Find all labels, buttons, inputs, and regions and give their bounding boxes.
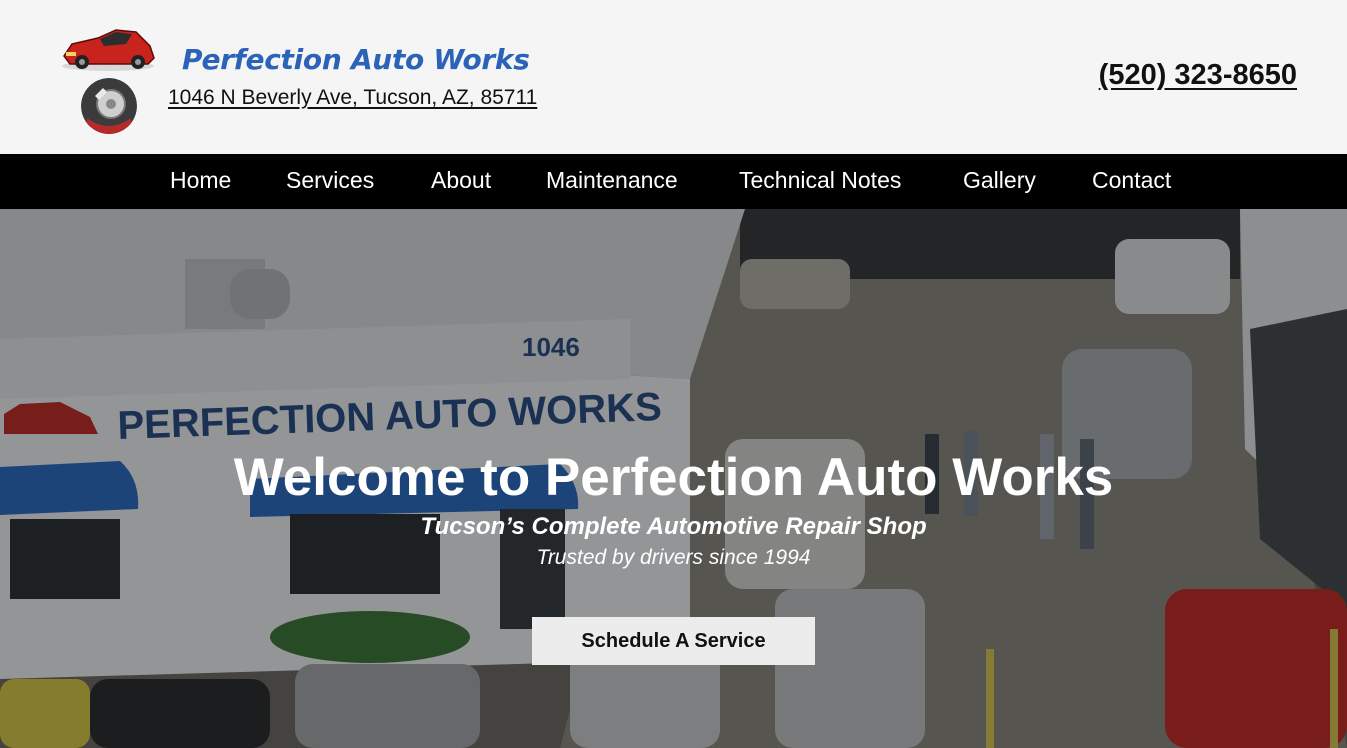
nav-contact[interactable]: Contact — [1092, 167, 1171, 194]
address-link[interactable]: 1046 N Beverly Ave, Tucson, AZ, 85711 — [168, 86, 537, 110]
hero-section: 1046 PERFECTION AUTO WORKS Welcome to Pe… — [0, 209, 1347, 748]
nav-maintenance[interactable]: Maintenance — [546, 167, 678, 194]
main-nav: Home Services About Maintenance Technica… — [0, 154, 1347, 209]
hero-subtitle: Tucson’s Complete Automotive Repair Shop — [420, 513, 927, 540]
schedule-service-button[interactable]: Schedule A Service — [532, 617, 815, 665]
site-header: Perfection Auto Works 1046 N Beverly Ave… — [0, 0, 1347, 154]
nav-home[interactable]: Home — [170, 167, 231, 194]
nav-gallery[interactable]: Gallery — [963, 167, 1036, 194]
red-car-logo-icon[interactable] — [58, 26, 158, 74]
phone-link[interactable]: (520) 323-8650 — [1099, 59, 1297, 92]
nav-services[interactable]: Services — [286, 167, 374, 194]
badge-logo-icon[interactable] — [81, 78, 137, 134]
hero-title: Welcome to Perfection Auto Works — [233, 448, 1114, 507]
hero-tagline: Trusted by drivers since 1994 — [536, 546, 811, 569]
nav-technical-notes[interactable]: Technical Notes — [739, 167, 901, 194]
nav-about[interactable]: About — [431, 167, 491, 194]
brand-name[interactable]: Perfection Auto Works — [182, 43, 530, 76]
